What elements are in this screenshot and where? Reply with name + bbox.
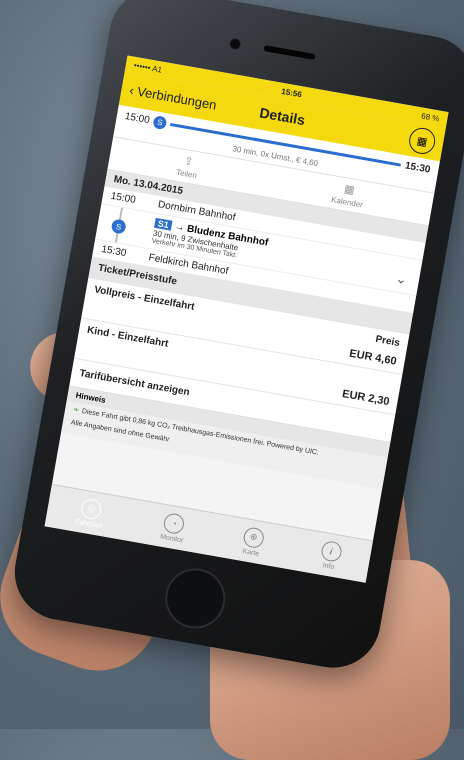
- ticket-col-header: Preis: [374, 333, 401, 350]
- speaker: [263, 45, 316, 61]
- leaf-icon: ❧: [72, 406, 80, 415]
- calendar-button[interactable]: ▦ Kalender: [331, 180, 367, 209]
- tab-label: Karte: [242, 547, 260, 558]
- share-button[interactable]: ⇪ Teilen: [175, 153, 200, 180]
- camera: [228, 37, 243, 51]
- tab-fahrplan[interactable]: ◎ Fahrplan: [74, 496, 107, 530]
- summary-arr-time: 15:30: [404, 160, 432, 176]
- transit-icon: S: [152, 115, 168, 131]
- clock: 15:56: [280, 86, 303, 99]
- tab-monitor[interactable]: ◔ Monitor: [160, 511, 188, 544]
- info-icon: i: [319, 539, 343, 563]
- share-label: Teilen: [175, 167, 198, 181]
- summary-dep-time: 15:00: [123, 111, 151, 127]
- battery-label: 68 %: [420, 110, 441, 123]
- compass-icon: ◎: [79, 497, 104, 521]
- tab-label: Info: [322, 561, 335, 571]
- tab-label: Monitor: [159, 533, 184, 544]
- tab-bar: ◎ Fahrplan ◔ Monitor ⊕ Karte i Info: [44, 483, 374, 583]
- carrier-label: •••••• A1: [133, 60, 163, 75]
- train-icon: S: [110, 218, 127, 235]
- back-button[interactable]: ‹ Verbindungen: [128, 82, 217, 112]
- map-icon: ⊕: [242, 525, 266, 549]
- calendar-label: Kalender: [330, 195, 364, 210]
- screen: •••••• A1 15:56 68 % ‹ Verbindungen Deta…: [44, 55, 449, 583]
- monitor-icon: ◔: [162, 511, 187, 535]
- tab-info[interactable]: i Info: [318, 539, 343, 571]
- home-button[interactable]: [160, 563, 231, 634]
- tab-karte[interactable]: ⊕ Karte: [241, 525, 266, 558]
- share-icon: ⇪: [183, 154, 195, 169]
- calendar-icon: ▦: [343, 183, 356, 197]
- calendar-icon[interactable]: ▦: [407, 125, 438, 156]
- tab-label: Fahrplan: [74, 518, 104, 530]
